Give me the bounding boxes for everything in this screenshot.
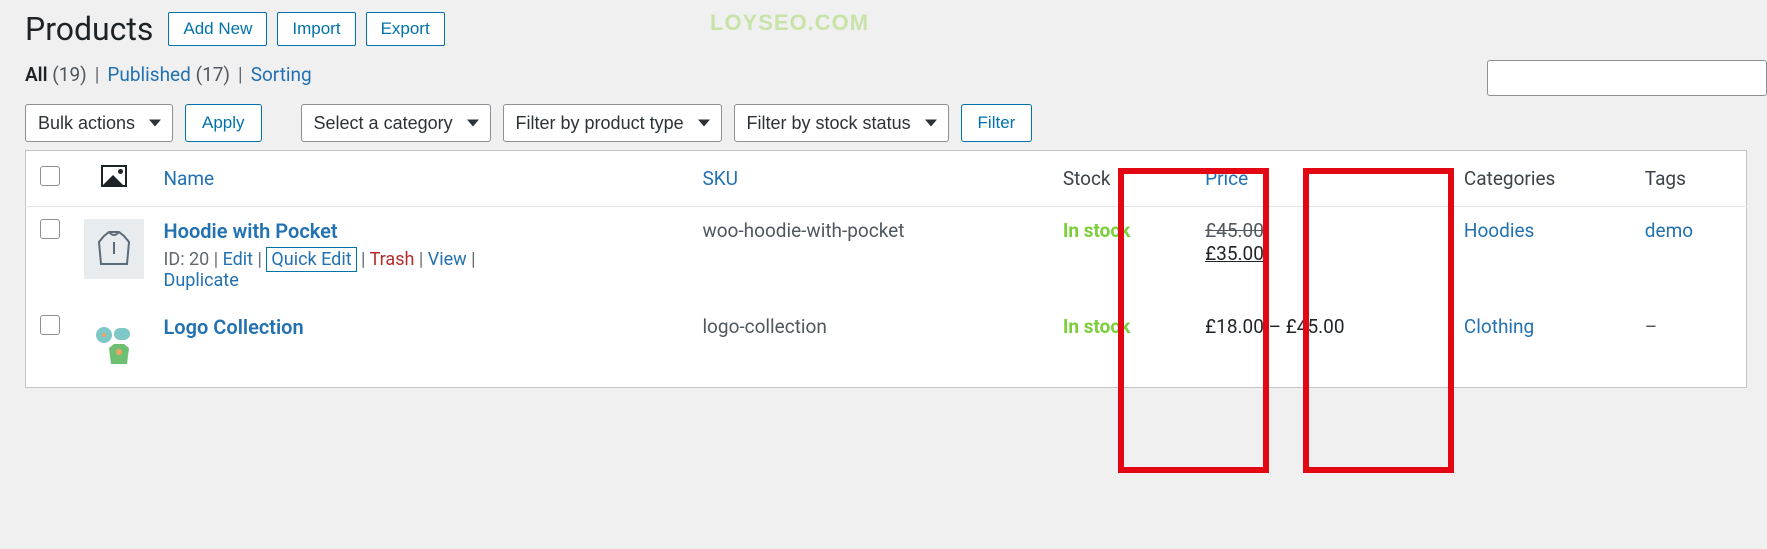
price-new: £35.00 — [1205, 242, 1264, 265]
column-sku[interactable]: SKU — [702, 167, 738, 190]
tag-empty: – — [1645, 315, 1657, 338]
product-thumbnail[interactable] — [84, 219, 144, 279]
stock-status-select[interactable]: Filter by stock status — [734, 104, 949, 142]
column-price[interactable]: Price — [1205, 167, 1248, 190]
column-categories: Categories — [1454, 151, 1635, 207]
bulk-actions-select[interactable]: Bulk actions — [25, 104, 173, 142]
all-count: (19) — [52, 63, 86, 86]
row-checkbox[interactable] — [40, 219, 60, 239]
tag-link[interactable]: demo — [1645, 219, 1693, 242]
row-checkbox[interactable] — [40, 315, 60, 335]
collection-icon — [89, 320, 139, 370]
column-stock: Stock — [1053, 151, 1195, 207]
product-type-select[interactable]: Filter by product type — [503, 104, 722, 142]
product-title-link[interactable]: Logo Collection — [164, 315, 304, 339]
filter-sorting[interactable]: Sorting — [251, 63, 312, 86]
product-sku: logo-collection — [692, 303, 1052, 388]
category-select[interactable]: Select a category — [301, 104, 491, 142]
product-thumbnail[interactable] — [84, 315, 144, 375]
product-sku: woo-hoodie-with-pocket — [692, 207, 1052, 304]
image-icon — [101, 165, 127, 187]
filter-button[interactable]: Filter — [961, 104, 1033, 142]
edit-link[interactable]: Edit — [223, 249, 253, 270]
apply-button[interactable]: Apply — [185, 104, 262, 142]
column-name[interactable]: Name — [164, 167, 215, 190]
published-count: (17) — [196, 63, 230, 86]
filter-all[interactable]: All — [25, 63, 48, 86]
product-title-link[interactable]: Hoodie with Pocket — [164, 219, 338, 243]
watermark: LOYSEO.COM — [710, 10, 869, 36]
table-row: Logo Collection logo-collection In stock… — [26, 303, 1747, 388]
add-new-button[interactable]: Add New — [168, 12, 267, 46]
quick-edit-link[interactable]: Quick Edit — [266, 247, 356, 272]
search-input[interactable] — [1487, 60, 1767, 96]
stock-status: In stock — [1063, 219, 1131, 242]
page-title: Products — [25, 10, 153, 48]
row-actions: ID: 20 | Edit | Quick Edit | Trash | Vie… — [164, 249, 683, 291]
duplicate-link[interactable]: Duplicate — [164, 270, 239, 291]
import-button[interactable]: Import — [277, 12, 355, 46]
separator: | — [95, 63, 100, 86]
stock-status: In stock — [1063, 315, 1131, 338]
price-range: £18.00 – £45.00 — [1205, 315, 1344, 338]
export-button[interactable]: Export — [366, 12, 445, 46]
hoodie-icon — [89, 224, 139, 274]
select-all-checkbox[interactable] — [40, 166, 60, 186]
category-link[interactable]: Hoodies — [1464, 219, 1534, 242]
price-old: £45.00 — [1205, 219, 1264, 242]
column-tags: Tags — [1635, 151, 1747, 207]
table-row: Hoodie with Pocket ID: 20 | Edit | Quick… — [26, 207, 1747, 304]
product-id: ID: 20 — [164, 249, 210, 270]
view-link[interactable]: View — [428, 249, 467, 270]
separator: | — [238, 63, 243, 86]
filter-published[interactable]: Published — [107, 63, 190, 86]
trash-link[interactable]: Trash — [370, 249, 415, 270]
category-link[interactable]: Clothing — [1464, 315, 1534, 338]
